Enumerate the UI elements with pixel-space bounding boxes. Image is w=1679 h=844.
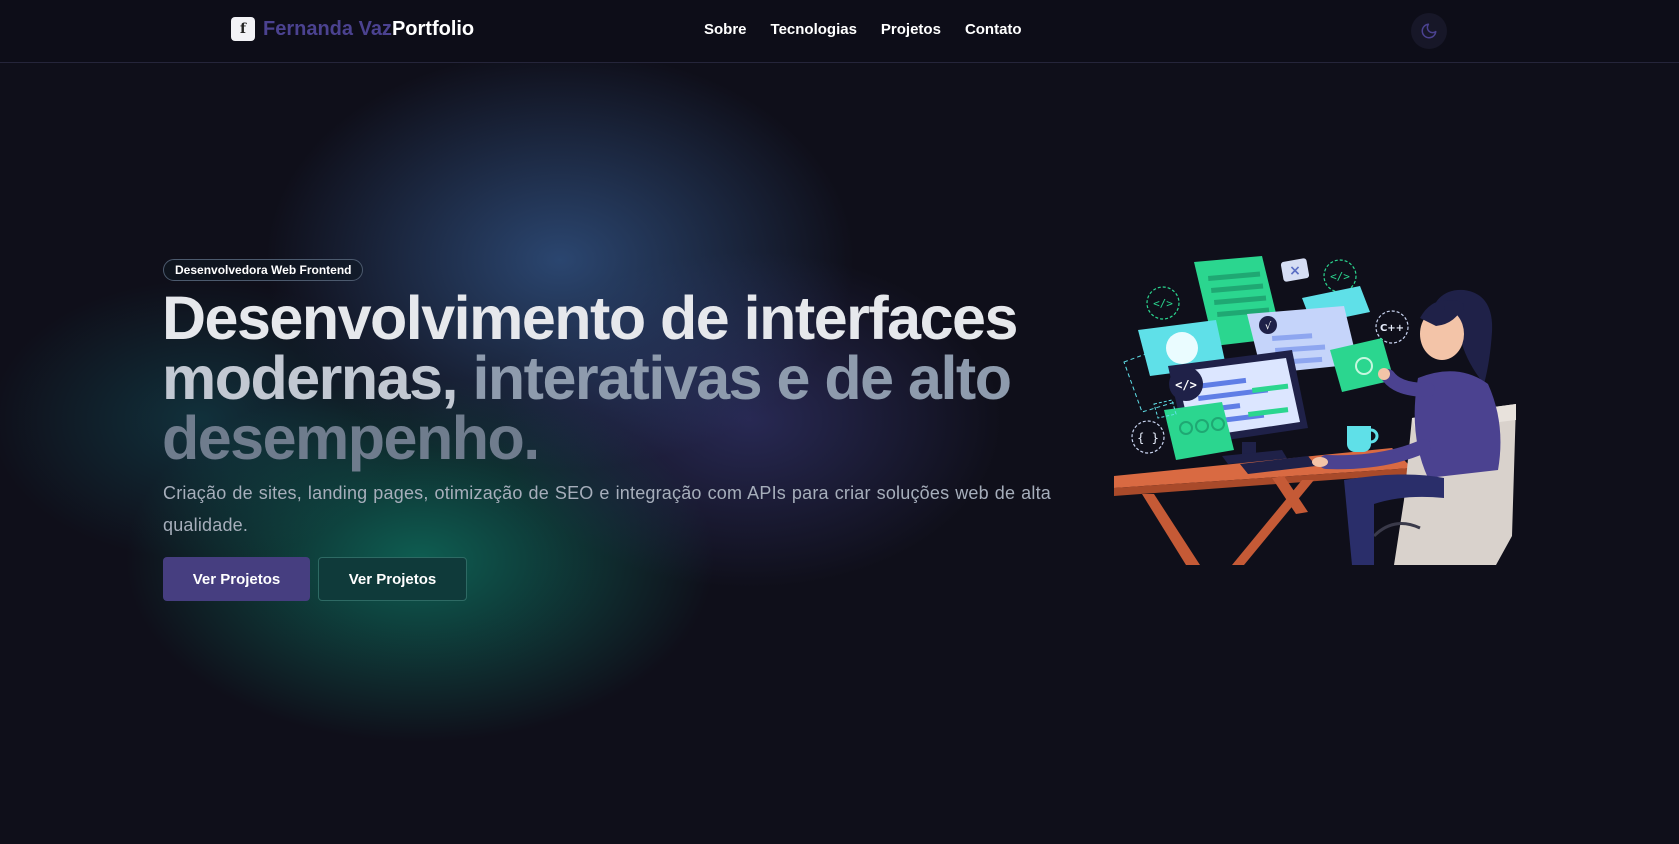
moon-icon [1421,23,1437,39]
nav-link-contato[interactable]: Contato [965,21,1022,38]
view-projects-secondary-button[interactable]: Ver Projetos [318,557,467,601]
hero-subtitle: Criação de sites, landing pages, otimiza… [163,483,1051,535]
svg-text:</>: </> [1153,297,1173,310]
nav-link-tecnologias[interactable]: Tecnologias [771,21,857,38]
nav-link-sobre[interactable]: Sobre [704,21,747,38]
svg-text:C++: C++ [1380,323,1404,334]
theme-toggle-button[interactable] [1411,13,1447,49]
hero-title-line1: Desenvolvimento de interfaces [162,284,1018,352]
nav-link-projetos[interactable]: Projetos [881,21,941,38]
site-header: f Fernanda Vaz Portfolio Sobre Tecnologia… [0,0,1679,63]
role-badge: Desenvolvedora Web Frontend [163,259,364,281]
svg-text:√: √ [1265,321,1272,332]
hero-title-line2-part1: modernas, [162,344,459,412]
svg-text:{ }: { } [1137,431,1159,445]
view-projects-primary-button[interactable]: Ver Projetos [163,557,310,601]
hero-title-line2-part2: interativas e de alto [457,344,1012,412]
developer-illustration: </> </> C++ { } × √ </> [1114,256,1516,565]
svg-text:×: × [1289,263,1301,279]
hero-title: Desenvolvimento de interfaces modernas, … [162,288,1062,469]
svg-text:</>: </> [1330,270,1350,283]
hero-title-line3: desempenho. [162,404,540,472]
hero-section: Desenvolvedora Web Frontend Desenvolvime… [0,0,1679,844]
brand-logo-link[interactable]: f Fernanda Vaz Portfolio [231,17,474,41]
main-nav: Sobre Tecnologias Projetos Contato [704,21,1022,38]
svg-text:</>: </> [1175,378,1197,392]
brand-icon: f [231,17,255,41]
brand-suffix: Portfolio [391,17,475,40]
brand-name: Fernanda Vaz [263,17,392,40]
